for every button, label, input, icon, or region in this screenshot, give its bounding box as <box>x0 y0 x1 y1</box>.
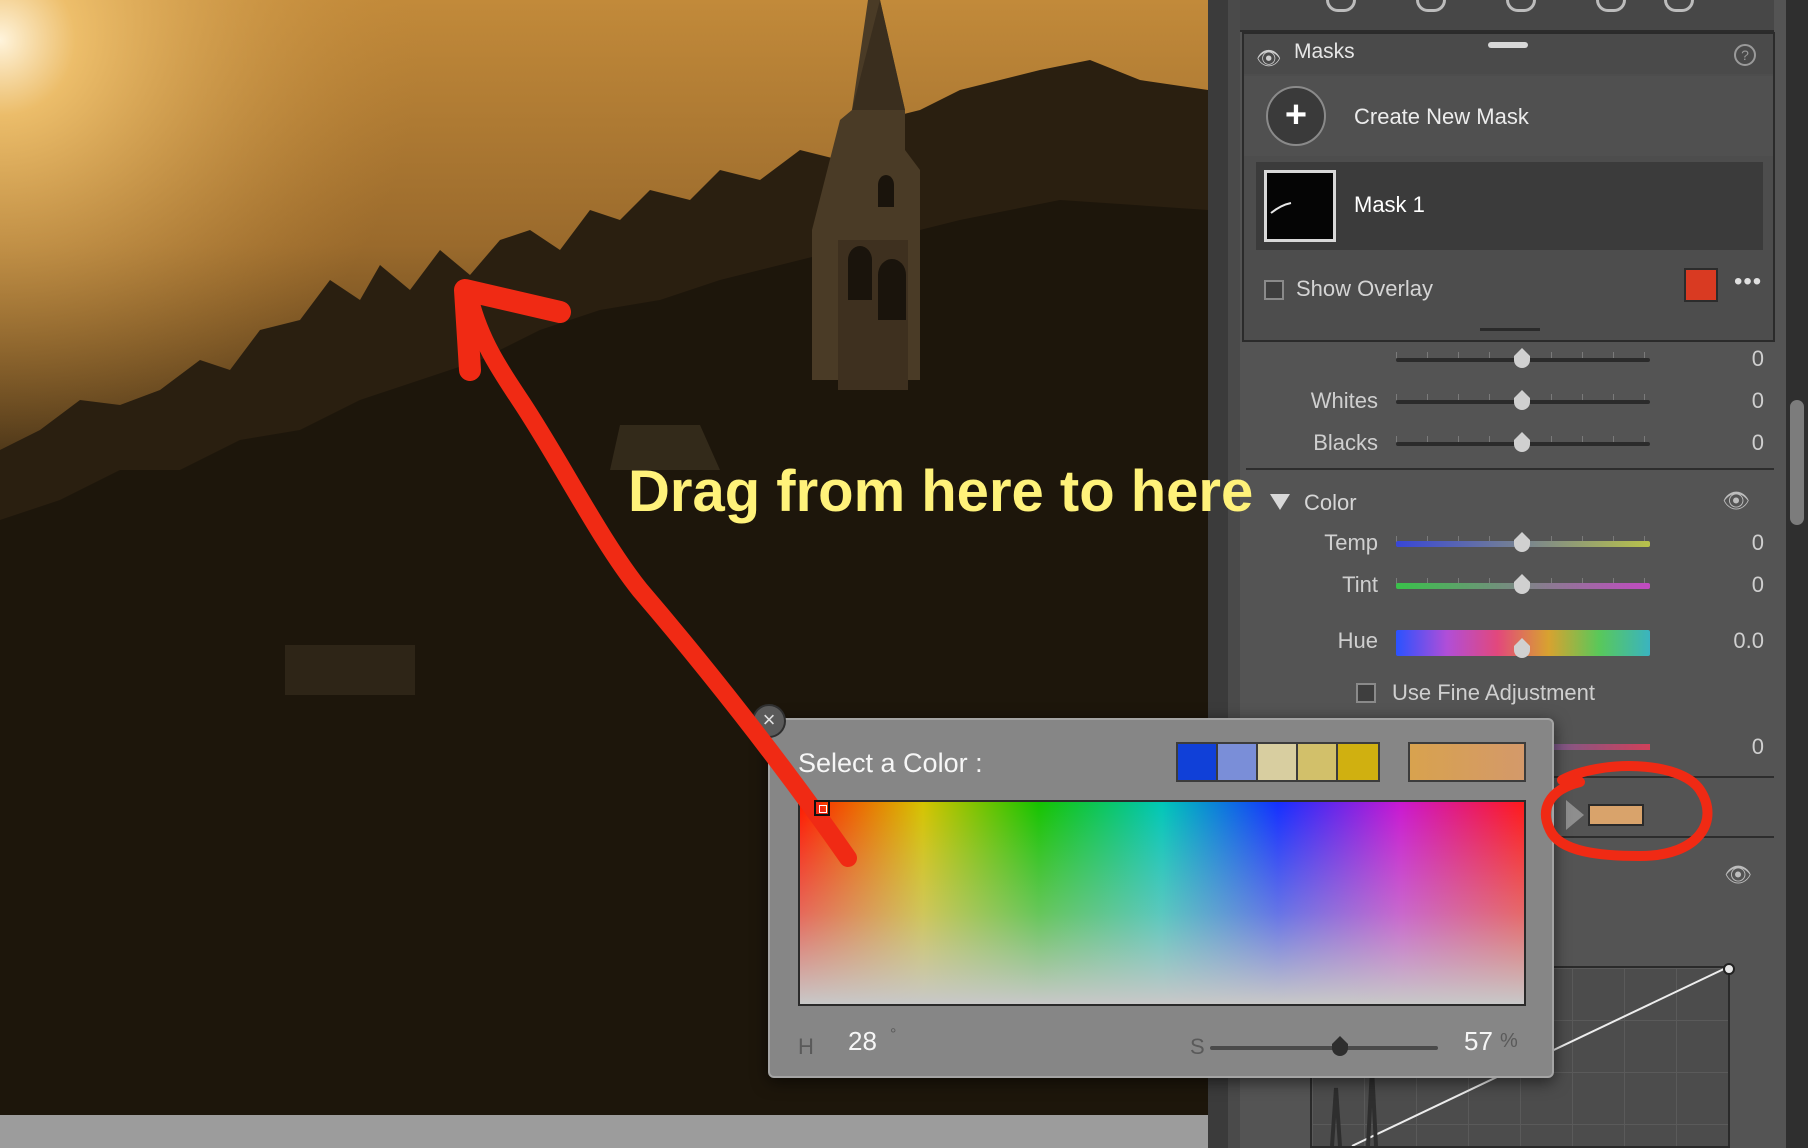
picker-title: Select a Color : <box>798 748 983 778</box>
masks-header: 👁 Masks ? <box>1244 34 1773 74</box>
percent-unit: % <box>1500 1030 1518 1052</box>
overlay-color-swatch[interactable] <box>1684 268 1718 302</box>
mask-thumbnail[interactable] <box>1264 170 1336 242</box>
saturation-thumb[interactable] <box>1330 1036 1350 1058</box>
masks-panel: 👁 Masks ? + Create New Mask Mask 1 Show … <box>1242 32 1775 342</box>
preset-swatch[interactable] <box>1218 744 1258 780</box>
tool-strip <box>1240 0 1774 32</box>
color-section-label[interactable]: Color <box>1304 490 1357 516</box>
current-color-swatch <box>1408 742 1526 782</box>
whites-thumb[interactable] <box>1512 390 1532 412</box>
blacks-label: Blacks <box>1313 430 1378 455</box>
swatch-caret-icon <box>1566 800 1584 830</box>
section-divider <box>1246 468 1774 470</box>
show-overlay-row: Show Overlay ••• <box>1244 262 1773 318</box>
panel-resize-grip[interactable] <box>1480 328 1540 331</box>
preset-swatches <box>1176 742 1380 782</box>
preset-swatch[interactable] <box>1338 744 1378 780</box>
eye-icon[interactable]: 👁 <box>1724 862 1752 888</box>
preset-swatch[interactable] <box>1258 744 1298 780</box>
filmstrip-edge <box>0 1115 1208 1148</box>
slider-tint[interactable]: Tint 0 <box>1248 568 1768 604</box>
hue-value[interactable]: 0.0 <box>1724 628 1764 654</box>
annotation-text: Drag from here to here <box>628 459 1254 524</box>
redeye-tool-icon[interactable] <box>1596 0 1626 12</box>
masks-title: Masks <box>1294 40 1355 63</box>
masking-tool-icon[interactable] <box>1664 0 1694 12</box>
slider-whites[interactable]: Whites 0 <box>1248 384 1768 420</box>
show-overlay-checkbox[interactable] <box>1264 280 1284 300</box>
scrollbar-thumb[interactable] <box>1790 400 1804 525</box>
hue-label: Hue <box>1337 628 1378 653</box>
slider-shadows[interactable]: 0 <box>1248 342 1768 378</box>
curve-point[interactable] <box>1723 963 1735 975</box>
whites-label: Whites <box>1310 388 1378 413</box>
edit-tool-icon[interactable] <box>1326 0 1356 12</box>
panel-grip[interactable] <box>1488 42 1528 48</box>
temp-thumb[interactable] <box>1512 532 1532 554</box>
hue-thumb[interactable] <box>1512 638 1532 660</box>
color-spectrum[interactable] <box>798 800 1526 1006</box>
color-picker-popup: Select a Color : H 28 ° S 57 % <box>768 718 1554 1078</box>
tint-thumb[interactable] <box>1512 574 1532 596</box>
mask-name[interactable]: Mask 1 <box>1354 192 1425 218</box>
panel-scrollbar[interactable] <box>1786 0 1808 1148</box>
temp-label: Temp <box>1324 530 1378 555</box>
preset-swatch[interactable] <box>1298 744 1338 780</box>
shadows-value[interactable]: 0 <box>1724 346 1764 372</box>
temp-value[interactable]: 0 <box>1724 530 1764 556</box>
fine-adjustment-label[interactable]: Use Fine Adjustment <box>1392 680 1595 706</box>
disclosure-triangle-icon[interactable] <box>1270 494 1290 510</box>
fine-adjustment-row[interactable]: Use Fine Adjustment <box>1356 678 1736 708</box>
saturation-track[interactable] <box>1552 744 1650 750</box>
whites-value[interactable]: 0 <box>1724 388 1764 414</box>
create-new-mask-row[interactable]: + Create New Mask <box>1244 76 1773 156</box>
saturation-value[interactable]: 57 <box>1464 1026 1493 1057</box>
mask-stroke-icon <box>1270 202 1292 214</box>
slider-blacks[interactable]: Blacks 0 <box>1248 426 1768 462</box>
spectrum-marker[interactable] <box>814 800 830 816</box>
plus-icon[interactable]: + <box>1266 86 1326 146</box>
saturation-track[interactable] <box>1210 1046 1438 1050</box>
create-new-mask-label[interactable]: Create New Mask <box>1354 104 1529 130</box>
eye-icon[interactable]: 👁 <box>1722 488 1750 514</box>
tint-label: Tint <box>1342 572 1378 597</box>
close-icon[interactable]: × <box>752 704 786 738</box>
saturation-label: S <box>1190 1034 1205 1059</box>
preset-swatch[interactable] <box>1178 744 1218 780</box>
tint-value[interactable]: 0 <box>1724 572 1764 598</box>
eye-icon[interactable]: 👁 <box>1256 46 1281 71</box>
fine-adjustment-checkbox[interactable] <box>1356 683 1376 703</box>
slider-hue[interactable]: Hue 0.0 <box>1248 624 1768 660</box>
crop-tool-icon[interactable] <box>1416 0 1446 12</box>
heal-tool-icon[interactable] <box>1506 0 1536 12</box>
saturation-value[interactable]: 0 <box>1724 734 1764 760</box>
show-overlay-label[interactable]: Show Overlay <box>1296 276 1433 302</box>
slider-temp[interactable]: Temp 0 <box>1248 526 1768 562</box>
more-icon[interactable]: ••• <box>1734 268 1762 296</box>
shadows-thumb[interactable] <box>1512 348 1532 370</box>
blacks-thumb[interactable] <box>1512 432 1532 454</box>
color-swatch-button[interactable] <box>1588 804 1644 826</box>
mask-list-item[interactable]: Mask 1 <box>1256 162 1763 250</box>
color-section-header[interactable]: Color 👁 <box>1248 486 1768 522</box>
help-icon[interactable]: ? <box>1734 44 1756 66</box>
hue-value[interactable]: 28 <box>848 1026 877 1057</box>
hue-label: H <box>798 1034 814 1059</box>
degree-unit: ° <box>890 1026 897 1043</box>
blacks-value[interactable]: 0 <box>1724 430 1764 456</box>
